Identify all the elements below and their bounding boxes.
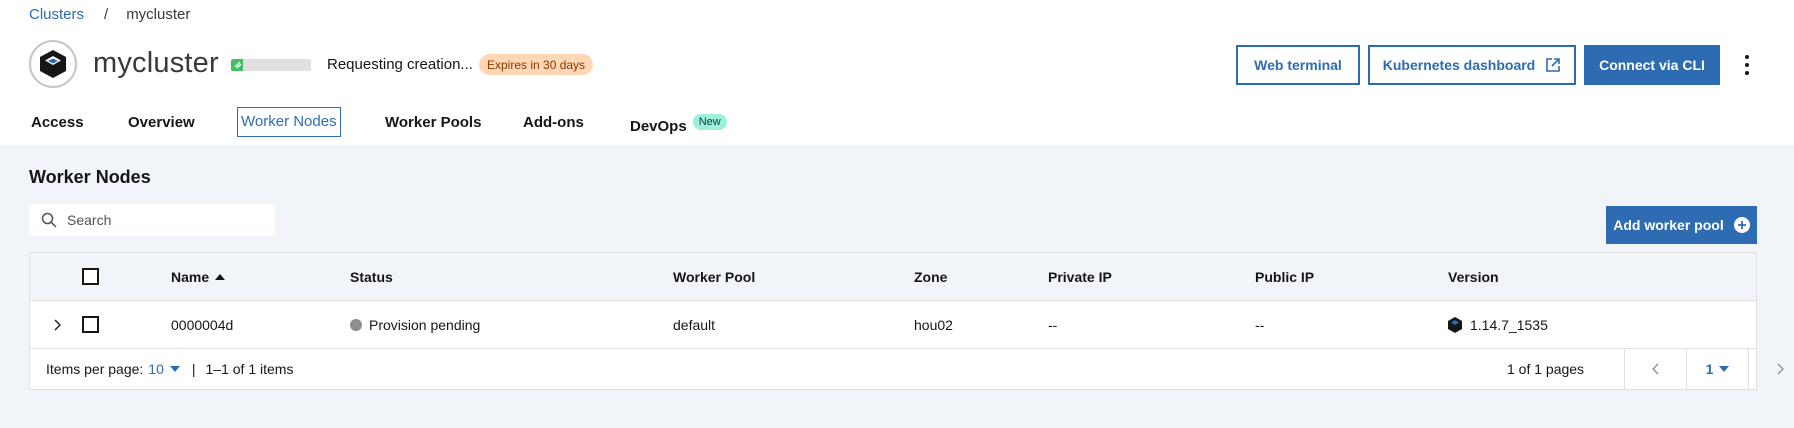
row-zone: hou02 bbox=[914, 316, 953, 333]
status-pending-icon bbox=[350, 318, 362, 331]
tab-access[interactable]: Access bbox=[28, 108, 87, 137]
kubernetes-cube-icon bbox=[1448, 316, 1462, 333]
kubernetes-dashboard-label: Kubernetes dashboard bbox=[1382, 57, 1536, 73]
page-header: Clusters / mycluster mycluster Requestin… bbox=[0, 0, 1794, 145]
row-name: 0000004d bbox=[171, 316, 234, 333]
row-status: Provision pending bbox=[350, 301, 480, 348]
kubernetes-dashboard-button[interactable]: Kubernetes dashboard bbox=[1368, 45, 1576, 85]
tab-devops[interactable]: DevOps New bbox=[627, 108, 730, 141]
items-per-page-value: 10 bbox=[148, 361, 164, 377]
table-row: 0000004d Provision pending default hou02… bbox=[30, 301, 1756, 349]
new-badge: New bbox=[692, 114, 727, 130]
web-terminal-label: Web terminal bbox=[1254, 57, 1342, 73]
launch-icon bbox=[1545, 57, 1561, 73]
column-header-public-ip: Public IP bbox=[1255, 268, 1315, 285]
breadcrumb-separator: / bbox=[104, 6, 109, 23]
row-worker-pool: default bbox=[673, 316, 716, 333]
column-header-zone: Zone bbox=[914, 268, 948, 285]
section-title: Worker Nodes bbox=[29, 167, 151, 187]
tab-worker-pools[interactable]: Worker Pools bbox=[382, 108, 484, 137]
expires-badge: Expires in 30 days bbox=[479, 54, 594, 75]
column-header-status: Status bbox=[350, 268, 393, 285]
sort-ascending-icon bbox=[215, 273, 226, 280]
breadcrumb-clusters-link[interactable]: Clusters bbox=[29, 6, 84, 23]
items-per-page-label: Items per page: bbox=[46, 361, 144, 377]
chevron-right-icon bbox=[1777, 363, 1784, 375]
search-box bbox=[29, 204, 275, 236]
add-worker-pool-button[interactable]: Add worker pool bbox=[1606, 206, 1757, 244]
chevron-right-icon[interactable] bbox=[52, 301, 62, 348]
tab-overview[interactable]: Overview bbox=[125, 108, 198, 137]
current-page: 1 bbox=[1705, 361, 1714, 377]
worker-nodes-table: Name Status Worker Pool Zone Private IP … bbox=[29, 252, 1784, 390]
items-range: 1–1 of 1 items bbox=[205, 361, 294, 377]
row-version-label: 1.14.7_1535 bbox=[1470, 316, 1548, 333]
row-select-cell bbox=[82, 301, 99, 348]
pagination-bar: Items per page: 10 | 1–1 of 1 items 1 of… bbox=[30, 349, 1784, 389]
search-input[interactable] bbox=[67, 212, 257, 228]
in-progress-icon bbox=[231, 59, 245, 71]
breadcrumb: Clusters / mycluster bbox=[29, 6, 190, 23]
connect-cli-label: Connect via CLI bbox=[1599, 57, 1705, 73]
items-per-page-select[interactable]: 10 bbox=[148, 361, 180, 377]
pagination-divider: | bbox=[191, 361, 196, 377]
select-all-cell bbox=[82, 253, 99, 300]
breadcrumb-current: mycluster bbox=[126, 6, 191, 23]
row-checkbox[interactable] bbox=[82, 316, 99, 333]
tab-devops-label: DevOps bbox=[630, 118, 687, 135]
cluster-status-text: Requesting creation... bbox=[327, 56, 473, 73]
row-status-label: Provision pending bbox=[369, 316, 481, 333]
previous-page-button[interactable] bbox=[1624, 349, 1686, 389]
tab-worker-nodes[interactable]: Worker Nodes bbox=[237, 107, 341, 137]
pagination-left: Items per page: 10 | 1–1 of 1 items bbox=[46, 349, 293, 389]
main-content: Worker Nodes Add worker pool Name Status… bbox=[0, 145, 1794, 428]
column-header-worker-pool: Worker Pool bbox=[673, 268, 756, 285]
row-version: 1.14.7_1535 bbox=[1448, 301, 1548, 348]
pages-text: 1 of 1 pages bbox=[1507, 361, 1585, 377]
table-header-row: Name Status Worker Pool Zone Private IP … bbox=[30, 253, 1756, 301]
next-page-button[interactable] bbox=[1748, 349, 1794, 389]
chevron-down-icon bbox=[1719, 366, 1730, 372]
column-header-name[interactable]: Name bbox=[171, 253, 226, 300]
search-icon bbox=[41, 212, 57, 228]
column-header-version: Version bbox=[1448, 268, 1499, 285]
tab-add-ons[interactable]: Add-ons bbox=[520, 108, 587, 137]
page-select[interactable]: 1 bbox=[1686, 349, 1748, 389]
chevron-down-icon bbox=[169, 366, 180, 372]
chevron-left-icon bbox=[1651, 363, 1658, 375]
row-private-ip: -- bbox=[1048, 316, 1058, 333]
page-title: mycluster bbox=[93, 47, 219, 79]
select-all-checkbox[interactable] bbox=[82, 268, 99, 285]
row-public-ip: -- bbox=[1255, 316, 1265, 333]
add-worker-pool-label: Add worker pool bbox=[1613, 217, 1724, 233]
column-header-name-label: Name bbox=[171, 268, 210, 285]
web-terminal-button[interactable]: Web terminal bbox=[1236, 45, 1360, 85]
overflow-menu-icon[interactable] bbox=[1735, 49, 1759, 81]
connect-cli-button[interactable]: Connect via CLI bbox=[1584, 45, 1720, 85]
add-filled-icon bbox=[1733, 217, 1750, 233]
cluster-logo-icon bbox=[29, 40, 77, 88]
column-header-private-ip: Private IP bbox=[1048, 268, 1112, 285]
